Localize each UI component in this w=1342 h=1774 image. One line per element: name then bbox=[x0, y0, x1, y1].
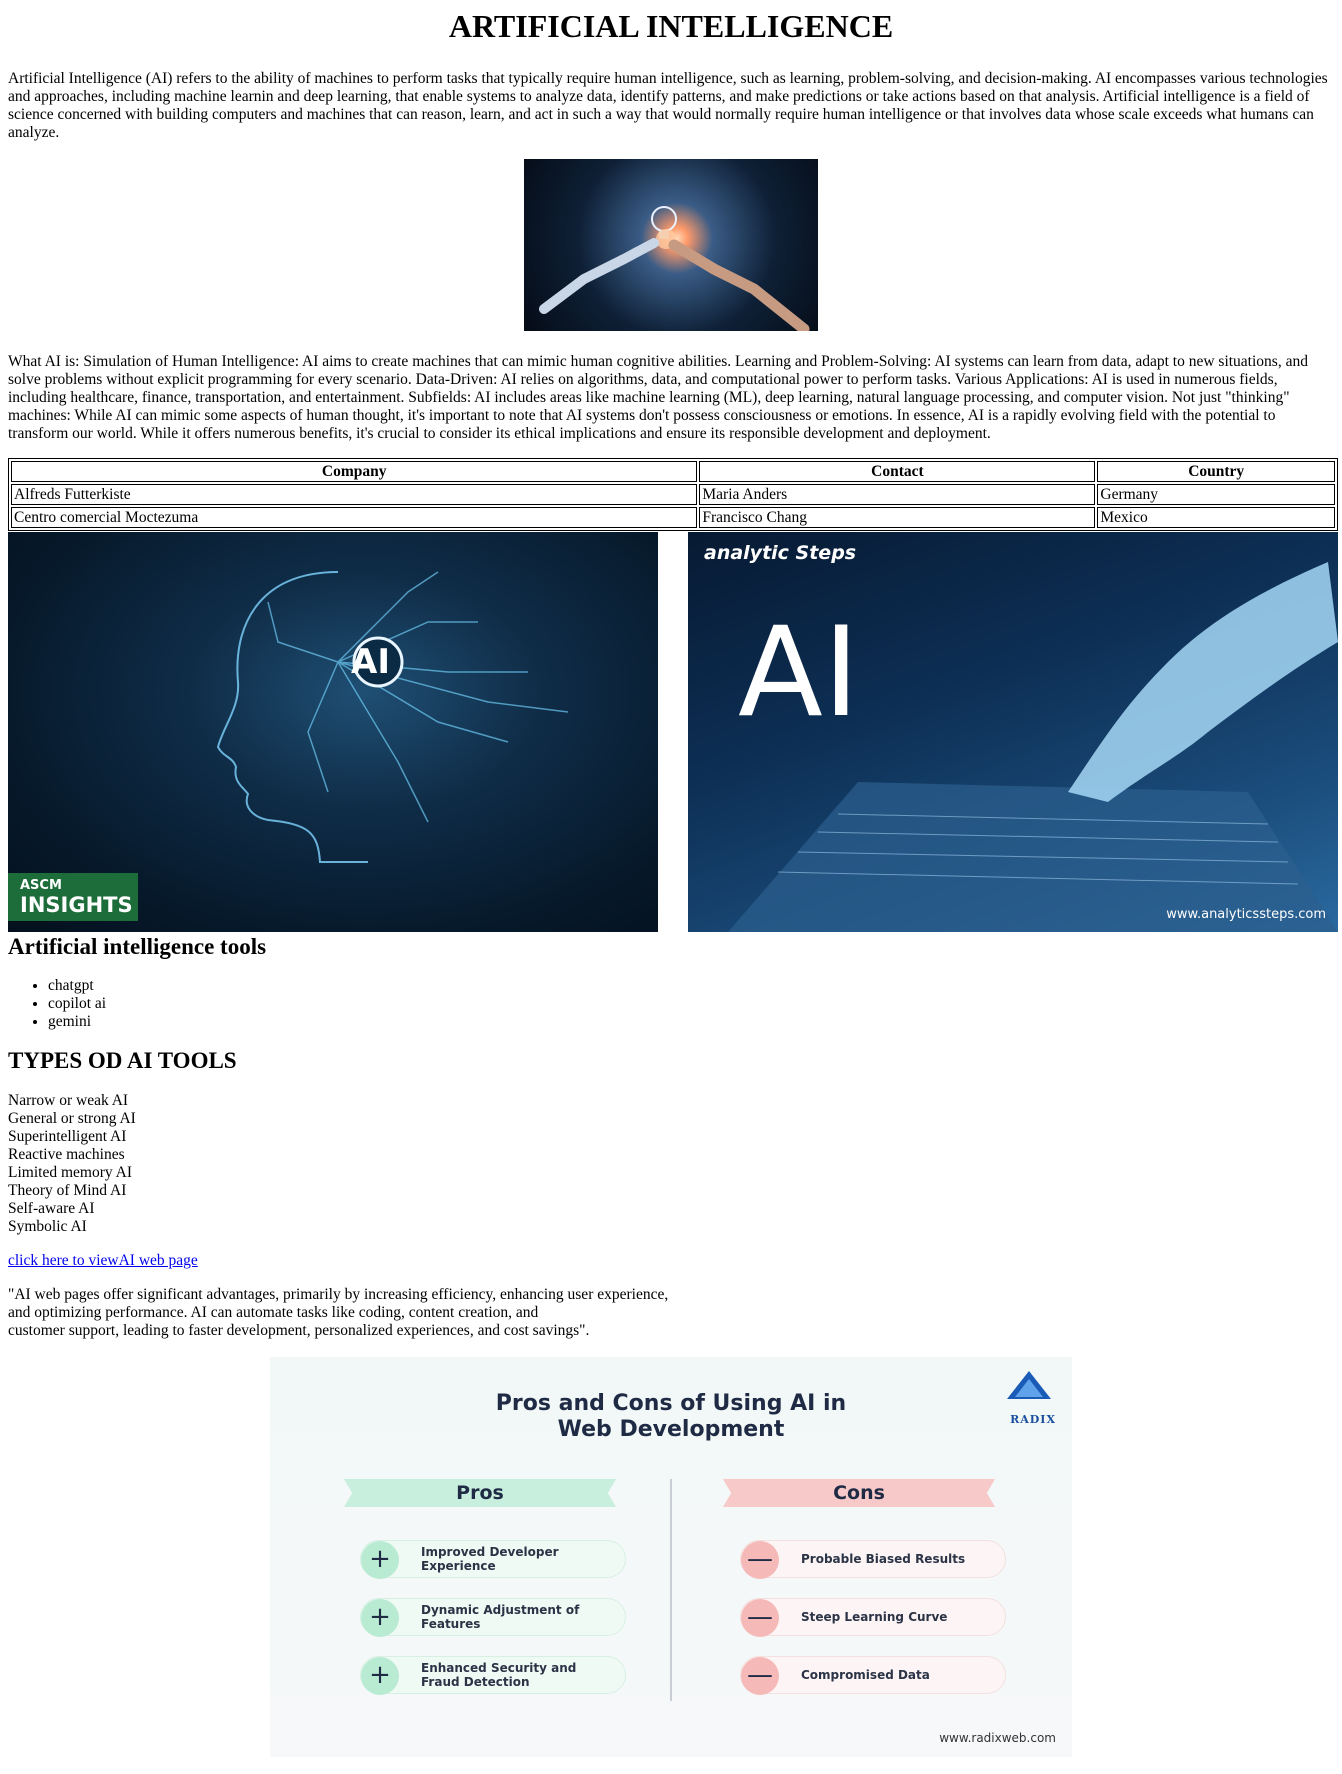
plus-icon: + bbox=[361, 1541, 399, 1579]
pro-item: + Improved Developer Experience bbox=[360, 1540, 626, 1579]
pro-item-label: Dynamic Adjustment of Features bbox=[421, 1603, 580, 1631]
list-item: chatgpt bbox=[48, 977, 1334, 995]
tools-list: chatgpt copilot ai gemini bbox=[8, 977, 1334, 1031]
quote-paragraph: "AI web pages offer significant advantag… bbox=[8, 1286, 1334, 1340]
cell-company: Alfreds Futterkiste bbox=[11, 484, 698, 505]
pro-item: + Dynamic Adjustment of Features bbox=[360, 1598, 626, 1637]
page-title: ARTIFICIAL INTELLIGENCE bbox=[448, 8, 894, 44]
list-item: Theory of Mind AI bbox=[8, 1182, 127, 1199]
con-item-label: Steep Learning Curve bbox=[801, 1610, 948, 1624]
quote-line: and optimizing performance. AI can autom… bbox=[8, 1304, 539, 1321]
quote-line: "AI web pages offer significant advantag… bbox=[8, 1286, 669, 1303]
ascm-badge: ASCM INSIGHTS bbox=[8, 873, 138, 921]
company-table: Company Contact Country Alfreds Futterki… bbox=[8, 458, 1338, 531]
ai-big-label: AI bbox=[738, 601, 860, 745]
pro-item: + Enhanced Security and Fraud Detection bbox=[360, 1656, 626, 1695]
con-item: — Probable Biased Results bbox=[740, 1540, 1006, 1579]
types-list: Narrow or weak AI General or strong AI S… bbox=[8, 1092, 1334, 1236]
list-item: Reactive machines bbox=[8, 1146, 125, 1163]
list-item: Limited memory AI bbox=[8, 1164, 132, 1181]
cell-contact: Maria Anders bbox=[699, 484, 1096, 505]
infographic-title: Pros and Cons of Using AI in Web Develop… bbox=[270, 1391, 1072, 1443]
ai-center-label: AI bbox=[351, 642, 390, 682]
divider bbox=[670, 1479, 672, 1701]
column-header-company: Company bbox=[11, 461, 698, 482]
plus-icon: + bbox=[361, 1599, 399, 1637]
cell-contact: Francisco Chang bbox=[699, 507, 1096, 528]
robot-human-hand-image bbox=[524, 159, 818, 331]
minus-icon: — bbox=[741, 1599, 779, 1637]
cell-country: Mexico bbox=[1097, 507, 1335, 528]
radix-logo-icon bbox=[1007, 1371, 1051, 1399]
radix-brand-label: RADIX bbox=[1010, 1413, 1056, 1426]
badge-bottom-label: INSIGHTS bbox=[20, 893, 133, 917]
table-header-row: Company Contact Country bbox=[11, 461, 1335, 482]
cons-banner: Cons bbox=[723, 1479, 995, 1507]
pros-cons-infographic: Pros and Cons of Using AI in Web Develop… bbox=[270, 1357, 1072, 1757]
minus-icon: — bbox=[741, 1541, 779, 1579]
pro-item-label: Improved Developer Experience bbox=[421, 1545, 559, 1573]
intro-paragraph: Artificial Intelligence (AI) refers to t… bbox=[8, 70, 1328, 141]
pro-item-label: Enhanced Security and Fraud Detection bbox=[421, 1661, 577, 1689]
con-item-label: Probable Biased Results bbox=[801, 1552, 966, 1566]
list-item: copilot ai bbox=[48, 995, 1334, 1013]
tools-heading: Artificial intelligence tools bbox=[8, 934, 267, 959]
list-item: General or strong AI bbox=[8, 1110, 136, 1127]
title-line: Pros and Cons of Using AI in bbox=[495, 1391, 847, 1416]
quote-line: customer support, leading to faster deve… bbox=[8, 1322, 590, 1339]
cell-country: Germany bbox=[1097, 484, 1335, 505]
list-item: Narrow or weak AI bbox=[8, 1092, 129, 1109]
minus-icon: — bbox=[741, 1657, 779, 1695]
list-item: Superintelligent AI bbox=[8, 1128, 127, 1145]
title-line: Web Development bbox=[557, 1417, 785, 1442]
column-header-country: Country bbox=[1097, 461, 1335, 482]
pros-banner: Pros bbox=[344, 1479, 616, 1507]
table-row: Alfreds Futterkiste Maria Anders Germany bbox=[11, 484, 1335, 505]
column-header-contact: Contact bbox=[699, 461, 1096, 482]
con-item: — Compromised Data bbox=[740, 1656, 1006, 1695]
analytic-steps-logo: analytic Steps bbox=[704, 542, 857, 564]
types-heading: TYPES OD AI TOOLS bbox=[8, 1048, 237, 1073]
cell-company: Centro comercial Moctezuma bbox=[11, 507, 698, 528]
view-ai-web-page-link[interactable]: click here to viewAI web page bbox=[8, 1252, 198, 1269]
table-row: Centro comercial Moctezuma Francisco Cha… bbox=[11, 507, 1335, 528]
description-paragraph: What AI is: Simulation of Human Intellig… bbox=[8, 353, 1308, 442]
con-item: — Steep Learning Curve bbox=[740, 1598, 1006, 1637]
radixweb-url: www.radixweb.com bbox=[939, 1731, 1056, 1745]
list-item: Self-aware AI bbox=[8, 1200, 95, 1217]
robot-hand-laptop-image: analytic Steps AI www.analyticssteps.com bbox=[688, 532, 1338, 932]
list-item: Symbolic AI bbox=[8, 1218, 87, 1235]
analyticssteps-url: www.analyticssteps.com bbox=[1166, 907, 1326, 922]
list-item: gemini bbox=[48, 1013, 1334, 1031]
con-item-label: Compromised Data bbox=[801, 1668, 930, 1682]
ai-head-circuit-image: AI ASCM INSIGHTS bbox=[8, 532, 658, 932]
badge-top-label: ASCM bbox=[20, 878, 62, 893]
plus-icon: + bbox=[361, 1657, 399, 1695]
